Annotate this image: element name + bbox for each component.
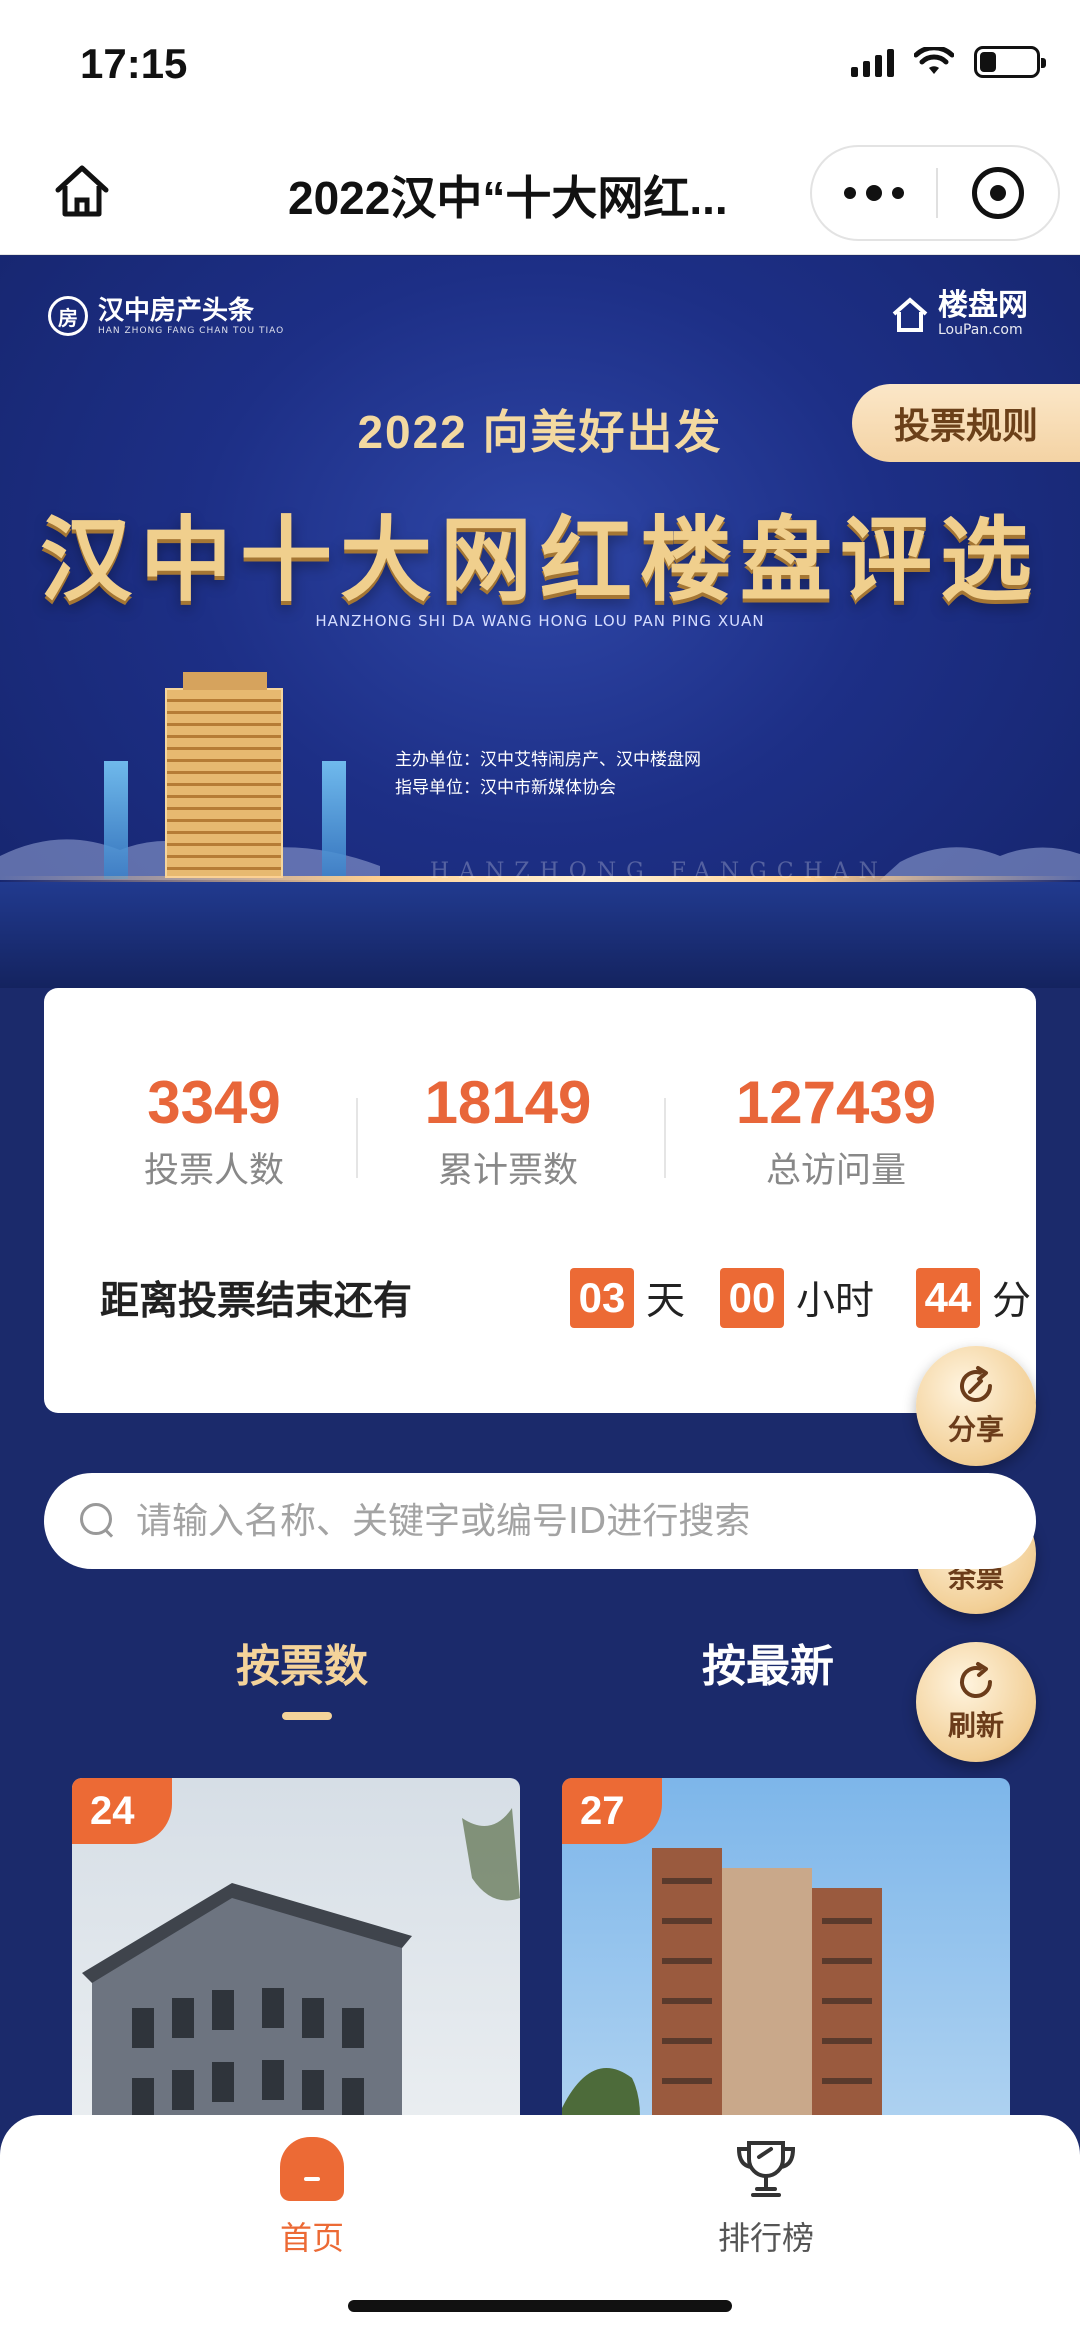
stat-voters: 3349 投票人数 <box>84 1070 344 1193</box>
stat-divider <box>664 1098 666 1178</box>
refresh-icon <box>960 1662 992 1698</box>
countdown-label: 距离投票结束还有 <box>100 1279 413 1324</box>
share-icon <box>960 1366 992 1402</box>
banner-watermark: HANZHONG FANGCHAN <box>430 859 888 884</box>
banner-subtitle: 2022 向美好出发 <box>357 406 723 458</box>
stat-value: 18149 <box>424 1069 592 1136</box>
logo-hanzhong-fangchan: 房 汉中房产头条 HAN ZHONG FANG CHAN TOU TIAO <box>48 296 284 336</box>
more-button[interactable] <box>812 147 936 239</box>
logo-right-cn: 楼盘网 <box>938 288 1028 323</box>
glass-tower-left <box>104 761 128 879</box>
target-icon <box>972 167 1024 219</box>
glass-tower-right <box>322 761 346 879</box>
countdown-days: 03 天 <box>570 1268 685 1328</box>
page-title: 2022汉中“十大网红... <box>288 172 728 222</box>
battery-icon <box>974 46 1046 78</box>
countdown-minutes-value: 44 <box>916 1268 980 1328</box>
refresh-button[interactable]: 刷新 <box>916 1642 1036 1762</box>
refresh-label: 刷新 <box>947 1709 1004 1742</box>
logo-circle-icon: 房 <box>48 296 88 336</box>
stat-total-votes: 18149 累计票数 <box>378 1070 638 1193</box>
banner-organizers: 主办单位：汉中艾特闹房产、汉中楼盘网 指导单位：汉中市新媒体协会 <box>395 746 701 802</box>
bottom-tab-label: 排行榜 <box>717 2219 814 2257</box>
countdown-hours-unit: 小时 <box>796 1279 875 1324</box>
countdown-days-unit: 天 <box>646 1279 686 1324</box>
bottom-tab-label: 首页 <box>279 2219 344 2257</box>
status-icons <box>851 46 1046 78</box>
stat-divider <box>356 1098 358 1178</box>
close-button[interactable] <box>938 167 1058 219</box>
home-tab-icon <box>280 2137 344 2201</box>
organizer-text: 主办单位：汉中艾特闹房产、汉中楼盘网 <box>395 750 701 770</box>
countdown-hours: 00 小时 <box>720 1268 874 1328</box>
countdown-minutes-unit: 分 <box>992 1279 1032 1324</box>
logo-left-en: HAN ZHONG FANG CHAN TOU TIAO <box>98 326 285 336</box>
stats-card: 3349 投票人数 18149 累计票数 127439 总访问量 距离投票结束还… <box>44 988 1036 1413</box>
signal-icon <box>851 47 894 77</box>
share-button[interactable]: 分享 <box>916 1346 1036 1466</box>
stat-value: 3349 <box>147 1069 281 1136</box>
countdown: 距离投票结束还有 03 天 00 小时 44 分 <box>100 1263 1031 1333</box>
candidate-number-badge: 27 <box>562 1778 662 1844</box>
stat-visits: 127439 总访问量 <box>706 1070 966 1193</box>
search-bar[interactable] <box>44 1473 1036 1569</box>
status-time: 17:15 <box>80 40 188 87</box>
home-indicator <box>348 2300 732 2312</box>
countdown-minutes: 44 分 <box>916 1268 1031 1328</box>
countdown-hours-value: 00 <box>720 1268 784 1328</box>
banner-pinyin: HANZHONG SHI DA WANG HONG LOU PAN PING X… <box>315 612 765 630</box>
hero-banner: 房 汉中房产头条 HAN ZHONG FANG CHAN TOU TIAO 楼盘… <box>0 256 1080 988</box>
stat-value: 127439 <box>735 1069 937 1136</box>
tab-by-votes[interactable]: 按票数 <box>236 1630 368 1694</box>
wifi-icon <box>914 47 954 74</box>
candidate-number-badge: 24 <box>72 1778 172 1844</box>
guide-text: 指导单位：汉中市新媒体协会 <box>395 778 616 798</box>
logo-left-cn: 汉中房产头条 <box>98 296 255 326</box>
stat-label: 累计票数 <box>437 1151 578 1191</box>
water-reflection <box>0 882 1080 988</box>
bottom-tab-ranking[interactable]: 排行榜 <box>666 2137 866 2259</box>
share-label: 分享 <box>947 1413 1004 1446</box>
stat-label: 投票人数 <box>143 1151 284 1191</box>
logo-right-en: LouPan.com <box>938 322 1023 338</box>
stat-label: 总访问量 <box>765 1151 906 1191</box>
tower-illustration <box>165 672 283 878</box>
house-logo-icon <box>892 297 928 332</box>
tab-active-indicator <box>282 1712 332 1720</box>
countdown-days-value: 03 <box>570 1268 634 1328</box>
mini-program-capsule <box>810 145 1060 241</box>
tab-by-newest[interactable]: 按最新 <box>702 1630 834 1694</box>
search-icon <box>78 1501 118 1541</box>
home-icon[interactable] <box>50 160 114 224</box>
bottom-tab-home[interactable]: 首页 <box>212 2137 412 2259</box>
logo-loupan: 楼盘网 LouPan.com <box>890 290 1028 338</box>
trophy-icon <box>736 2141 796 2197</box>
status-bar: 17:15 <box>0 0 1080 130</box>
banner-title: 汉中十大网红楼盘评选 <box>39 506 1040 614</box>
nav-bar: 2022汉中“十大网红... <box>0 130 1080 255</box>
search-input[interactable] <box>136 1500 956 1542</box>
